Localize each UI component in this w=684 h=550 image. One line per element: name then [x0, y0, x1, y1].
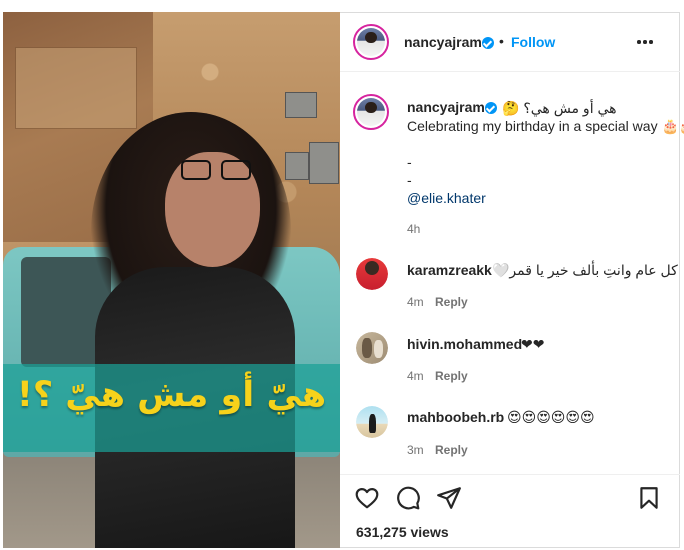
commenter-avatar[interactable]	[356, 258, 388, 290]
media-overlay-text: هيّ أو مش هيّ ؟!	[16, 375, 327, 415]
heart-icon[interactable]	[354, 485, 380, 511]
bookmark-icon[interactable]	[636, 485, 662, 511]
comment-icon[interactable]	[395, 485, 421, 511]
glasses	[181, 160, 257, 182]
commenter-avatar[interactable]	[356, 332, 388, 364]
comment-timestamp[interactable]: 4m	[407, 295, 424, 309]
comment-text: 😍😍😍😍😍😍	[507, 409, 595, 425]
caption-username[interactable]: nancyajram	[407, 99, 485, 115]
comment-timestamp[interactable]: 4m	[407, 369, 424, 383]
post-media[interactable]: هيّ أو مش هيّ ؟!	[3, 12, 340, 548]
window	[15, 47, 137, 129]
separator-dot: •	[499, 33, 504, 49]
caption-mention-link[interactable]: @elie.khater	[407, 189, 486, 207]
electric-box	[285, 152, 309, 180]
caption-avatar[interactable]	[353, 94, 389, 130]
electric-box	[309, 142, 339, 184]
comment-timestamp[interactable]: 3m	[407, 443, 424, 457]
reply-button[interactable]: Reply	[435, 443, 468, 457]
comment-text: كل عام وانتِ بألف خير يا قمر🤍	[492, 262, 678, 278]
caption-line-arabic: هي أو مش هي؟ 🤔	[502, 100, 617, 116]
comment-text: ❤❤	[521, 336, 545, 352]
view-count[interactable]: 631,275 views	[356, 524, 449, 540]
comment-username[interactable]: karamzreakk	[407, 262, 492, 278]
share-icon[interactable]	[436, 485, 462, 511]
caption-timestamp[interactable]: 4h	[407, 222, 420, 236]
caption-line: -	[407, 172, 412, 188]
verified-badge-icon	[485, 102, 497, 114]
electric-box	[285, 92, 317, 118]
comment-username[interactable]: hivin.mohammed	[407, 336, 522, 352]
reply-button[interactable]: Reply	[435, 295, 468, 309]
caption-line: Celebrating my birthday in a special way…	[407, 118, 684, 134]
comment-username[interactable]: mahboobeh.rb	[407, 409, 504, 425]
reply-button[interactable]: Reply	[435, 369, 468, 383]
author-avatar[interactable]	[353, 24, 389, 60]
follow-button[interactable]: Follow	[511, 34, 555, 50]
verified-badge-icon	[482, 37, 494, 49]
commenter-avatar[interactable]	[356, 406, 388, 438]
more-options-icon[interactable]	[635, 32, 655, 52]
post-details-panel: nancyajram • Follow nancyajram هي أو مش …	[340, 12, 684, 548]
caption-line: -	[407, 154, 412, 170]
post-header: nancyajram • Follow	[340, 12, 680, 72]
author-username[interactable]: nancyajram	[404, 34, 482, 50]
